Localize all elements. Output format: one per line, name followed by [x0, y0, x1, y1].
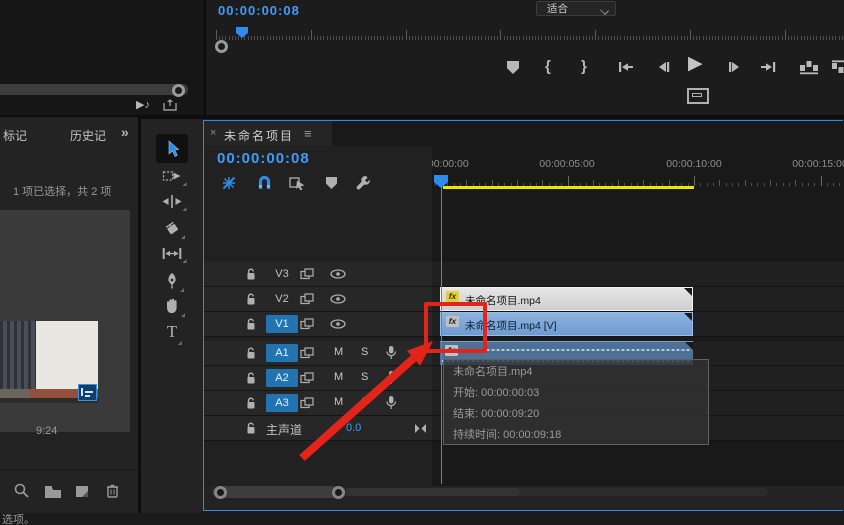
lock-open-icon[interactable] [246, 347, 256, 360]
razor-tool[interactable] [164, 221, 180, 236]
clip-duration: 9:24 [36, 425, 57, 437]
search-icon[interactable] [14, 483, 29, 498]
ruler-label: 00:00:10:00 [666, 158, 721, 170]
program-monitor-area: 00:00:00:08 适合 { } ▶ [206, 0, 844, 117]
ruler-label: 00:00:15:00 [792, 158, 844, 170]
linked-selection-icon[interactable] [289, 176, 306, 191]
tooltip-end: 结束: 00:00:09:20 [453, 404, 699, 425]
timeline-hscroll-thumb[interactable] [213, 486, 345, 498]
source-monitor-area: ▶♪ [0, 0, 204, 117]
go-to-in-button[interactable] [618, 61, 634, 73]
eye-icon[interactable] [330, 319, 346, 329]
export-frame-icon[interactable] [162, 98, 178, 111]
sequence-badge-icon [78, 384, 97, 401]
timeline-tab-title: 未命名项目 [224, 127, 294, 144]
sync-lock-icon[interactable] [300, 318, 314, 330]
new-item-icon[interactable] [75, 485, 89, 498]
timeline-ruler[interactable] [432, 172, 844, 186]
pen-tool[interactable] [165, 272, 179, 289]
tab-history[interactable]: 历史记 [70, 127, 106, 144]
timeline-timecode[interactable]: 00:00:00:08 [217, 150, 310, 167]
type-tool[interactable]: T [167, 322, 177, 342]
trash-icon[interactable] [106, 483, 119, 498]
tooltip-start: 开始: 00:00:00:03 [453, 383, 699, 404]
ruler-label: 00:00:00:00 [432, 158, 469, 170]
source-zoom-handle[interactable] [172, 84, 185, 97]
step-forward-button[interactable] [728, 61, 741, 73]
lock-open-icon[interactable] [246, 318, 256, 331]
tooltip-title: 未命名项目.mp4 [453, 362, 699, 383]
project-panel: 标记 历史记 » 1 项已选择，共 2 项 9:24 [0, 117, 138, 513]
eye-icon[interactable] [330, 269, 346, 279]
track-target-v3[interactable]: V3 [266, 265, 298, 283]
lock-open-icon[interactable] [246, 293, 256, 306]
track-select-forward-tool[interactable] [163, 169, 182, 183]
status-bar: 选项。 [0, 513, 844, 525]
panel-menu-icon[interactable]: ≡ [304, 126, 312, 141]
timeline-settings-wrench-icon[interactable] [355, 174, 372, 191]
selection-tool[interactable] [156, 134, 188, 163]
new-bin-folder-icon[interactable] [44, 485, 62, 498]
sequence-thumbnail[interactable] [0, 321, 98, 403]
tabs-overflow-icon[interactable]: » [121, 124, 129, 140]
mark-in-button[interactable]: { [545, 59, 551, 74]
add-marker-button[interactable] [507, 61, 519, 74]
lift-button[interactable] [799, 60, 819, 75]
sync-lock-icon[interactable] [300, 293, 314, 305]
slip-tool[interactable] [163, 247, 182, 260]
ripple-edit-tool[interactable] [163, 195, 182, 208]
snap-magnet-icon[interactable] [256, 174, 273, 191]
divider [0, 469, 138, 470]
annotation-arrow [280, 330, 450, 470]
premiere-pro-window: ▶♪ 00:00:00:08 适合 { } ▶ [0, 0, 844, 525]
lock-open-icon[interactable] [246, 268, 256, 281]
fx-badge: fx [446, 291, 459, 302]
sync-lock-icon[interactable] [300, 268, 314, 280]
lock-open-icon[interactable] [246, 372, 256, 385]
program-scroll-handle[interactable] [215, 40, 228, 53]
track-header-v3: V3 [204, 262, 432, 287]
timeline-tab[interactable]: × 未命名项目 ≡ [204, 121, 332, 146]
selected-item-highlight[interactable]: 9:24 [0, 210, 130, 432]
zoom-level-select[interactable]: 适合 [536, 1, 616, 16]
lock-open-icon[interactable] [246, 422, 256, 435]
safe-margins-icon[interactable] [687, 88, 709, 104]
track-content-v3[interactable] [432, 262, 844, 287]
step-back-button[interactable] [657, 61, 670, 73]
panel-divider[interactable] [204, 0, 206, 117]
ruler-label: 00:00:05:00 [539, 158, 594, 170]
mark-out-button[interactable]: } [581, 59, 587, 74]
tooltip-duration: 持续时间: 00:00:09:18 [453, 425, 699, 446]
tab-markers[interactable]: 标记 [3, 127, 27, 144]
timeline-hscroll-extension[interactable] [345, 488, 520, 496]
track-header-v2: V2 [204, 287, 432, 312]
extract-button[interactable] [831, 60, 844, 75]
program-timecode[interactable]: 00:00:00:08 [218, 3, 300, 18]
eye-icon[interactable] [330, 294, 346, 304]
selection-status: 1 项已选择，共 2 项 [13, 183, 111, 199]
go-to-out-button[interactable] [760, 61, 776, 73]
program-mini-ruler[interactable] [214, 26, 844, 40]
zoom-level-value: 适合 [547, 3, 568, 15]
selection-arrow-icon [165, 140, 180, 158]
play-button[interactable]: ▶ [688, 56, 703, 71]
insert-as-nest-icon[interactable] [221, 175, 237, 191]
render-bar-yellow [443, 186, 694, 189]
status-text: 选项。 [2, 514, 35, 525]
close-icon[interactable]: × [210, 127, 216, 139]
lock-open-icon[interactable] [246, 397, 256, 410]
source-zoom-scrollbar[interactable] [0, 84, 188, 95]
track-target-v2[interactable]: V2 [266, 290, 298, 308]
chevron-down-icon [600, 6, 609, 15]
zoom-handle-right[interactable] [332, 486, 345, 499]
hand-tool[interactable] [164, 297, 180, 314]
zoom-handle-left[interactable] [214, 486, 227, 499]
play-audio-icon[interactable]: ▶♪ [136, 98, 150, 111]
clip-tooltip: 未命名项目.mp4 开始: 00:00:00:03 结束: 00:00:09:2… [443, 359, 709, 445]
